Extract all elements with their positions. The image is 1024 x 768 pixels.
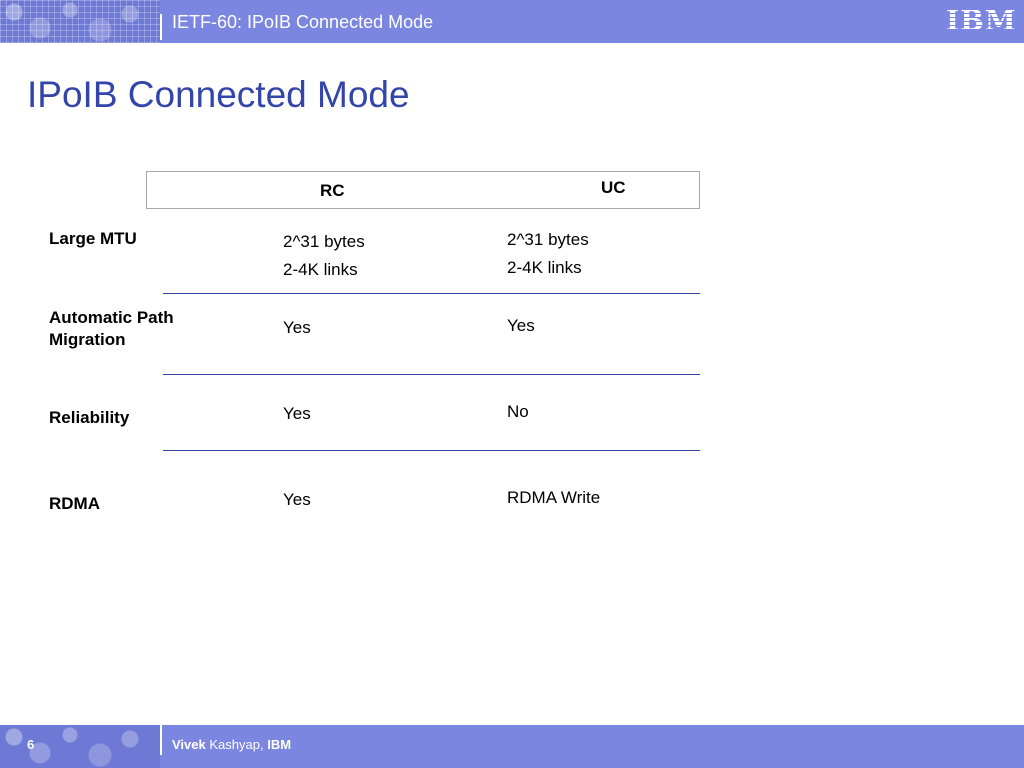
- cell-uc-apm: Yes: [507, 316, 535, 335]
- row-divider: [163, 293, 700, 294]
- row-label-reliability: Reliability: [49, 408, 130, 427]
- cell-rc-large-mtu-1: 2^31 bytes: [283, 232, 365, 251]
- footer-decoration: [0, 725, 160, 768]
- row-label-automatic-path-migration: Automatic Path Migration: [49, 307, 174, 351]
- footer-author: Vivek Kashyap, IBM: [172, 737, 291, 752]
- header-title: IETF-60: IPoIB Connected Mode: [172, 12, 434, 32]
- header-divider: [160, 14, 162, 40]
- row-label-line: Automatic Path: [49, 308, 174, 327]
- ibm-logo: IBM: [946, 4, 1017, 37]
- cell-rc-large-mtu-2: 2-4K links: [283, 260, 358, 279]
- row-label-rdma: RDMA: [49, 494, 100, 513]
- cell-uc-reliability: No: [507, 402, 529, 421]
- cell-uc-large-mtu-2: 2-4K links: [507, 258, 582, 277]
- author-company: IBM: [267, 737, 292, 752]
- column-header-uc: UC: [601, 178, 626, 197]
- table-column-header: RC UC: [146, 171, 700, 209]
- column-header-rc: RC: [320, 181, 345, 200]
- cell-rc-apm: Yes: [283, 318, 311, 337]
- author-last-name: Kashyap: [209, 737, 260, 752]
- row-divider: [163, 450, 700, 451]
- cell-rc-rdma: Yes: [283, 490, 311, 509]
- page-number: 6: [27, 737, 35, 752]
- cell-rc-reliability: Yes: [283, 404, 311, 423]
- header-grid-pattern: [0, 0, 160, 43]
- row-divider: [163, 374, 700, 375]
- slide-title: IPoIB Connected Mode: [27, 74, 410, 115]
- footer-band: 6 Vivek Kashyap, IBM: [0, 725, 1024, 768]
- header-band: IETF-60: IPoIB Connected Mode IBM: [0, 0, 1024, 43]
- row-label-large-mtu: Large MTU: [49, 229, 137, 248]
- author-first-name: Vivek: [172, 737, 206, 752]
- footer-divider: [160, 725, 162, 755]
- row-label-line: Migration: [49, 330, 126, 349]
- cell-uc-large-mtu-1: 2^31 bytes: [507, 230, 589, 249]
- cell-uc-rdma: RDMA Write: [507, 488, 601, 507]
